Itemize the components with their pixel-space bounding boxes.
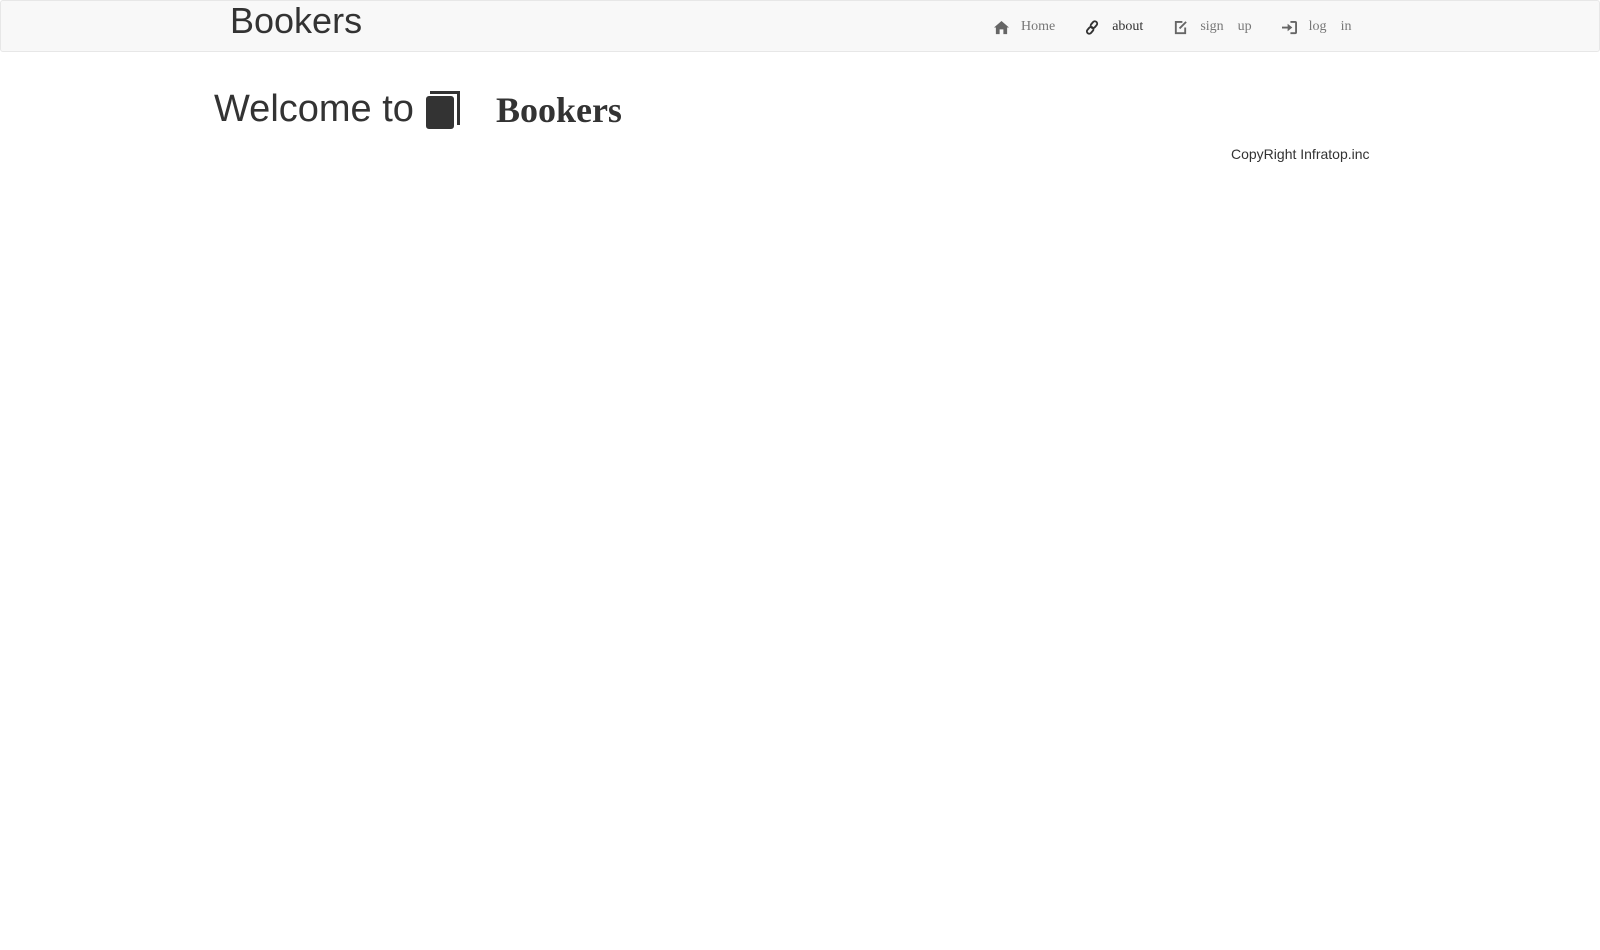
log-in-icon [1281,20,1297,34]
welcome-title: Bookers [495,89,622,130]
nav-home[interactable]: Home [994,19,1055,35]
nav-log-in[interactable]: log in [1281,19,1352,35]
nav-sign-up[interactable]: sign up [1173,19,1252,35]
home-icon [994,20,1009,34]
nav-home-label: Home [1021,19,1056,34]
nav-log-in-label-1: log [1308,19,1327,34]
navbar: Bookers Home about sign up log in [0,0,1600,52]
copyright: CopyRight Infratop.inc [1231,146,1370,162]
nav-sign-up-label-2: up [1237,19,1252,34]
nav-about[interactable]: about [1085,19,1143,35]
nav-menu: Home about sign up log in [994,19,1381,35]
link-icon [1086,19,1099,35]
edit-icon [1175,20,1188,34]
welcome-text: Welcome to [214,88,414,130]
welcome-heading: Welcome to Bookers [214,88,622,131]
nav-log-in-label-2: in [1340,19,1352,34]
book-icon [425,90,460,129]
brand-link[interactable]: Bookers [230,1,362,41]
nav-about-label: about [1112,19,1144,34]
nav-sign-up-label-1: sign [1200,19,1224,34]
